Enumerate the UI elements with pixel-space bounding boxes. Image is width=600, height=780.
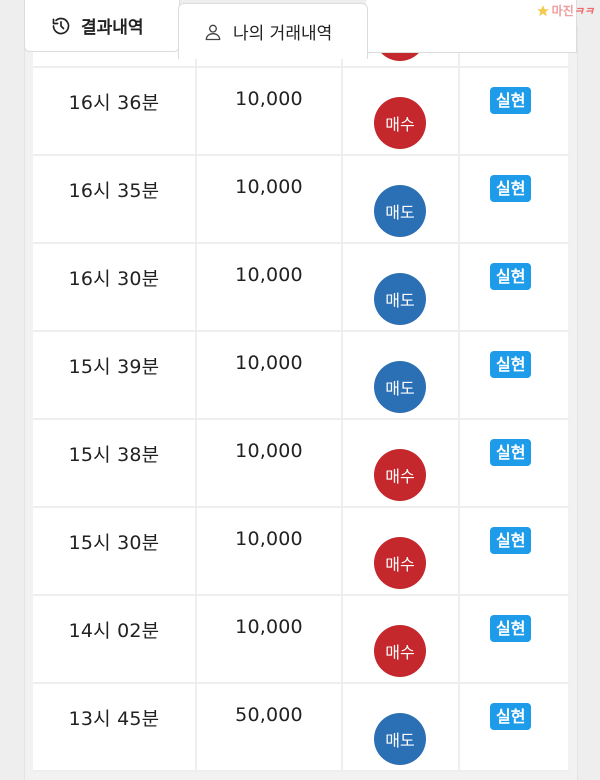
watermark-brand: 마진 xyxy=(551,4,574,18)
time-cell: 15시 39분 xyxy=(33,332,197,418)
star-icon xyxy=(536,4,549,16)
result-badge: 실현 xyxy=(490,615,532,642)
trade-amount: 10,000 xyxy=(235,264,303,286)
user-icon xyxy=(205,24,221,40)
trade-amount: 10,000 xyxy=(235,616,303,638)
result-badge: 실현 xyxy=(490,175,532,202)
sell-badge: 매도 xyxy=(374,273,426,325)
result-cell: 실현 xyxy=(460,156,568,242)
trade-amount: 10,000 xyxy=(235,528,303,550)
result-badge: 실현 xyxy=(490,87,532,114)
result-cell: 실현 xyxy=(460,244,568,330)
side-cell: 매수 xyxy=(343,596,460,682)
side-cell: 매수 xyxy=(343,420,460,506)
time-cell: 14시 02분 xyxy=(33,596,197,682)
table-row[interactable]: 15시 39분 10,000 매도 실현 xyxy=(33,332,570,420)
table-row[interactable]: 15시 38분 10,000 매수 실현 xyxy=(33,420,570,508)
table-row[interactable]: 16시 36분 10,000 매수 실현 xyxy=(33,68,570,156)
result-badge: 실현 xyxy=(490,703,532,730)
trade-time: 16시 36분 xyxy=(68,92,160,114)
result-badge: 실현 xyxy=(490,439,532,466)
side-cell: 매수 xyxy=(343,508,460,594)
trade-time: 13시 45분 xyxy=(68,708,160,730)
buy-badge: 매수 xyxy=(374,537,426,589)
side-cell: 매수 xyxy=(343,68,460,154)
sell-badge: 매도 xyxy=(374,361,426,413)
trade-amount: 10,000 xyxy=(235,88,303,110)
amount-cell: 10,000 xyxy=(197,244,343,330)
watermark-mark: ㅋㅋ xyxy=(573,4,594,18)
side-cell: 매도 xyxy=(343,332,460,418)
trade-time: 16시 30분 xyxy=(68,268,160,290)
trade-time: 15시 30분 xyxy=(68,532,160,554)
trade-time: 15시 38분 xyxy=(68,444,160,466)
amount-cell: 10,000 xyxy=(197,68,343,154)
buy-badge: 매수 xyxy=(374,625,426,677)
time-cell: 16시 35분 xyxy=(33,156,197,242)
table-row[interactable]: 16시 35분 10,000 매도 실현 xyxy=(33,156,570,244)
time-cell: 15시 38분 xyxy=(33,420,197,506)
side-cell: 매도 xyxy=(343,244,460,330)
amount-cell: 10,000 xyxy=(197,508,343,594)
result-cell: 실현 xyxy=(460,68,568,154)
sell-badge: 매도 xyxy=(374,713,426,765)
amount-cell: 10,000 xyxy=(197,420,343,506)
amount-cell: 10,000 xyxy=(197,596,343,682)
result-badge: 실현 xyxy=(490,527,532,554)
amount-cell: 50,000 xyxy=(197,684,343,770)
sell-badge: 매도 xyxy=(374,185,426,237)
result-cell: 실현 xyxy=(460,596,568,682)
tab-my-trades-label: 나의 거래내역 xyxy=(233,24,333,44)
table-row[interactable]: 14시 02분 10,000 매수 실현 xyxy=(33,596,570,684)
trade-amount: 10,000 xyxy=(235,176,303,198)
time-cell: 15시 30분 xyxy=(33,508,197,594)
buy-badge: 매수 xyxy=(374,449,426,501)
trade-rows: 16시 40분10,000매수실격16시 36분10,000매수실현16시 35… xyxy=(33,26,570,772)
tab-results-label: 결과내역 xyxy=(81,18,144,38)
table-row[interactable]: 15시 30분 10,000 매수 실현 xyxy=(33,508,570,596)
tab-my-trades[interactable]: 나의 거래내역 xyxy=(178,3,368,59)
time-cell: 13시 45분 xyxy=(33,684,197,770)
watermark-logo: 마진 ㅋㅋ xyxy=(536,2,594,19)
time-cell: 16시 30분 xyxy=(33,244,197,330)
result-cell: 실현 xyxy=(460,420,568,506)
trade-amount: 50,000 xyxy=(235,704,303,726)
buy-badge: 매수 xyxy=(374,97,426,149)
table-row[interactable]: 16시 30분 10,000 매도 실현 xyxy=(33,244,570,332)
result-cell: 실현 xyxy=(460,332,568,418)
result-badge: 실현 xyxy=(490,351,532,378)
trade-amount: 10,000 xyxy=(235,440,303,462)
trade-amount: 10,000 xyxy=(235,352,303,374)
trade-time: 14시 02분 xyxy=(68,620,160,642)
table-row[interactable]: 13시 45분 50,000 매도 실현 xyxy=(33,684,570,772)
trade-time: 16시 35분 xyxy=(68,180,160,202)
result-cell: 실현 xyxy=(460,684,568,770)
time-cell: 16시 36분 xyxy=(33,68,197,154)
tab-results[interactable]: 결과내역 xyxy=(24,0,180,52)
amount-cell: 10,000 xyxy=(197,156,343,242)
result-badge: 실현 xyxy=(490,263,532,290)
amount-cell: 10,000 xyxy=(197,332,343,418)
trade-time: 15시 39분 xyxy=(68,356,160,378)
trade-history-page: 16시 40분10,000매수실격16시 36분10,000매수실현16시 35… xyxy=(0,0,600,780)
history-icon xyxy=(52,17,70,34)
side-cell: 매도 xyxy=(343,156,460,242)
side-cell: 매도 xyxy=(343,684,460,770)
tab-bar: 결과내역 나의 거래내역 xyxy=(0,0,600,59)
result-cell: 실현 xyxy=(460,508,568,594)
trade-history-table: 16시 40분10,000매수실격16시 36분10,000매수실현16시 35… xyxy=(24,26,578,780)
